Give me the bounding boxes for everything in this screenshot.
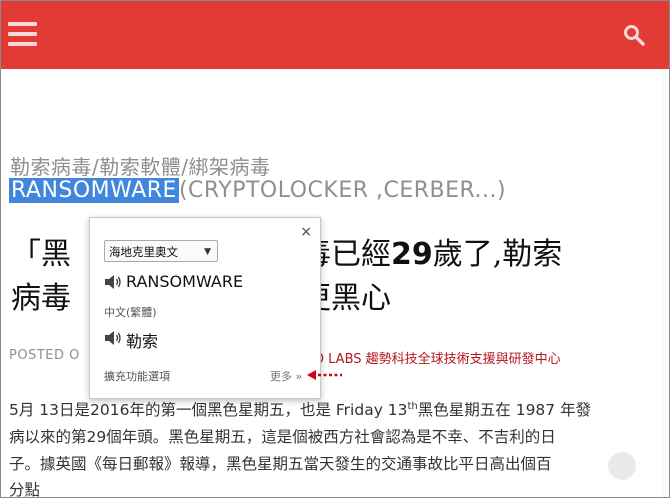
scroll-to-top-button[interactable] <box>608 452 636 480</box>
chevron-down-icon: ▼ <box>204 247 211 257</box>
site-header <box>1 1 669 69</box>
translation-result: 勒索 <box>126 332 159 351</box>
author-link[interactable]: D LABS 趨勢科技全球技術支援與研發中心 <box>314 348 561 367</box>
close-icon[interactable]: × <box>300 224 312 240</box>
category-breadcrumb-line2[interactable]: RANSOMWARE(CRYPTOLOCKER ,CERBER...) <box>9 178 506 206</box>
annotation-arrow <box>307 370 342 380</box>
target-language-label: 中文(繁體) <box>104 306 157 319</box>
source-language-select[interactable]: 海地克里奧文 ▼ <box>104 240 218 262</box>
article-paragraph-line1: 5月 13日是2016年的第一個黑色星期五，也是 Friday 13th黑色星期… <box>9 400 592 419</box>
post-meta: POSTED O <box>9 348 80 363</box>
search-icon[interactable] <box>623 24 645 46</box>
speaker-icon[interactable] <box>104 330 122 346</box>
source-word: RANSOMWARE <box>126 272 244 291</box>
hamburger-menu-icon[interactable] <box>8 22 37 46</box>
article-paragraph-line3: 子。據英國《每日郵報》報導，黑色星期五當天發生的交通事故比平日高出個百 <box>9 455 552 473</box>
category-breadcrumb[interactable]: 勒索病毒/勒索軟體/綁架病毒 <box>10 151 270 180</box>
article-paragraph-line4: 分點 <box>9 481 41 498</box>
translator-popup: × 海地克里奧文 ▼ RANSOMWARE 中文(繁體) 勒索 擴充功能選項 更… <box>89 217 321 399</box>
selected-text: RANSOMWARE <box>9 178 179 203</box>
browser-viewport: 勒索病毒/勒索軟體/綁架病毒 RANSOMWARE(CRYPTOLOCKER ,… <box>0 0 670 498</box>
page-scrollbar[interactable] <box>661 69 669 497</box>
more-link[interactable]: 更多 » <box>270 368 302 384</box>
speaker-icon[interactable] <box>104 274 122 290</box>
extension-options-link[interactable]: 擴充功能選項 <box>104 368 170 384</box>
article-paragraph-line2: 病以來的第29個年頭。黑色星期五，這是個被西方社會認為是不幸、不吉利的日 <box>9 428 556 446</box>
